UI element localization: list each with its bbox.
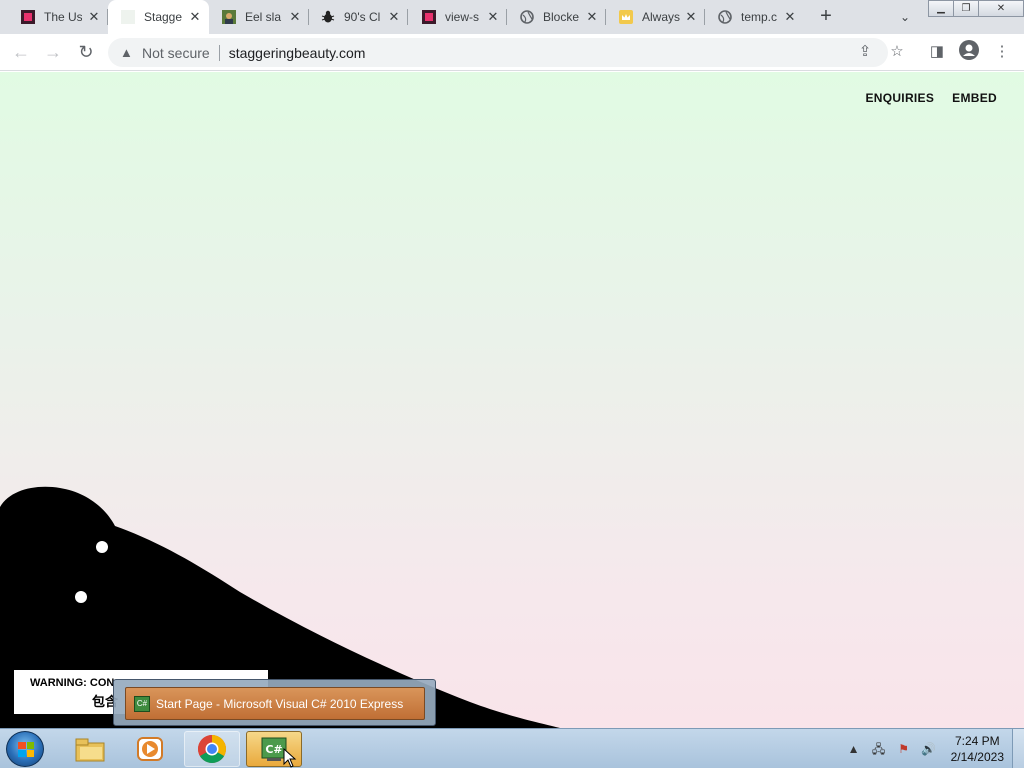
clock[interactable]: 7:24 PM 2/14/2023 bbox=[951, 733, 1004, 765]
close-tab-icon[interactable]: ✕ bbox=[782, 9, 798, 25]
tab-5[interactable]: Blocke ✕ bbox=[507, 0, 606, 34]
globe-icon bbox=[717, 9, 733, 25]
tab-6[interactable]: Always ✕ bbox=[606, 0, 705, 34]
tab-search-chevron-icon[interactable]: ⌄ bbox=[894, 6, 916, 28]
show-hidden-icons-chevron-icon[interactable]: ▲ bbox=[845, 740, 863, 758]
share-icon[interactable]: ⇪ bbox=[853, 40, 877, 64]
bookmark-star-icon[interactable]: ☆ bbox=[885, 40, 909, 64]
taskbar-window-preview: C# Start Page - Microsoft Visual C# 2010… bbox=[113, 679, 436, 726]
forward-arrow-icon[interactable]: → bbox=[41, 40, 65, 64]
window-controls: ▁ ❐ ✕ bbox=[928, 0, 1024, 17]
tab-4[interactable]: view-s ✕ bbox=[408, 0, 507, 34]
tab-title: temp.c bbox=[741, 10, 778, 24]
tab-3[interactable]: 90's Cl ✕ bbox=[309, 0, 408, 34]
start-button[interactable] bbox=[6, 731, 44, 767]
omnibox-divider bbox=[218, 44, 220, 61]
security-label[interactable]: Not secure bbox=[142, 45, 210, 61]
clock-date: 2/14/2023 bbox=[950, 750, 1004, 764]
url-text[interactable]: staggeringbeauty.com bbox=[229, 45, 366, 61]
close-tab-icon[interactable]: ✕ bbox=[683, 9, 699, 25]
new-tab-button[interactable]: + bbox=[814, 5, 838, 29]
action-center-flag-icon[interactable]: ⚑ bbox=[895, 740, 913, 758]
google-chrome-icon[interactable] bbox=[184, 731, 240, 767]
globe-icon bbox=[519, 9, 535, 25]
network-icon[interactable]: 🖧 bbox=[870, 740, 888, 758]
blank-page-icon bbox=[120, 9, 136, 25]
warning-text: WARNING: CON bbox=[30, 677, 115, 689]
windows-logo-icon bbox=[18, 742, 34, 757]
windows-taskbar: C# ▲ 🖧 ⚑ 🔊 7:24 PM 2/14/2023 bbox=[0, 728, 1024, 768]
address-bar[interactable]: ▲ Not secure staggeringbeauty.com bbox=[108, 38, 888, 67]
tab-title: The Us bbox=[44, 10, 82, 24]
reload-icon[interactable]: ↻ bbox=[74, 40, 98, 64]
close-tab-icon[interactable]: ✕ bbox=[187, 9, 203, 25]
tab-0[interactable]: The Us ✕ bbox=[0, 0, 108, 34]
tab-1[interactable]: Stagge ✕ bbox=[108, 0, 209, 34]
media-player-icon[interactable] bbox=[122, 731, 178, 767]
window-preview-title: Start Page - Microsoft Visual C# 2010 Ex… bbox=[156, 696, 404, 711]
black-creature-illustration[interactable] bbox=[0, 72, 1024, 728]
tab-title: Blocke bbox=[543, 10, 580, 24]
side-panel-icon[interactable]: ◨ bbox=[925, 40, 949, 64]
tab-7[interactable]: temp.c ✕ bbox=[705, 0, 804, 34]
back-arrow-icon[interactable]: ← bbox=[9, 40, 33, 64]
show-desktop-button[interactable] bbox=[1012, 729, 1024, 768]
web-page-content: ENQUIRIES EMBED WARNING: CON 包含 bbox=[0, 72, 1024, 728]
system-tray: ▲ 🖧 ⚑ 🔊 7:24 PM 2/14/2023 bbox=[845, 729, 1024, 768]
svg-text:C#: C# bbox=[265, 743, 282, 756]
creature-eye-lower bbox=[75, 591, 87, 603]
crown-icon bbox=[618, 9, 634, 25]
tab-title: view-s bbox=[445, 10, 480, 24]
close-tab-icon[interactable]: ✕ bbox=[287, 9, 303, 25]
clock-time: 7:24 PM bbox=[954, 734, 1000, 748]
windows-explorer-icon[interactable] bbox=[62, 731, 118, 767]
pink-square-icon bbox=[20, 9, 36, 25]
visual-csharp-icon: C# bbox=[134, 695, 150, 712]
window-preview-item[interactable]: C# Start Page - Microsoft Visual C# 2010… bbox=[125, 687, 425, 720]
tab-title: Eel sla bbox=[245, 10, 282, 24]
profile-avatar-icon[interactable] bbox=[957, 40, 981, 64]
tab-title: 90's Cl bbox=[344, 10, 381, 24]
close-tab-icon[interactable]: ✕ bbox=[485, 9, 501, 25]
tab-title: Always bbox=[642, 10, 680, 24]
close-tab-icon[interactable]: ✕ bbox=[584, 9, 600, 25]
mouse-cursor-icon bbox=[283, 748, 297, 768]
tab-strip: The Us ✕ Stagge ✕ Eel sla ✕ 90's Cl ✕ vi… bbox=[0, 0, 1024, 34]
kebab-menu-icon[interactable]: ⋮ bbox=[990, 40, 1014, 64]
close-tab-icon[interactable]: ✕ bbox=[386, 9, 402, 25]
close-window-button[interactable]: ✕ bbox=[978, 0, 1024, 17]
browser-toolbar: ← → ↻ ▲ Not secure staggeringbeauty.com … bbox=[0, 34, 1024, 71]
portrait-icon bbox=[221, 9, 237, 25]
warning-triangle-icon[interactable]: ▲ bbox=[120, 45, 136, 60]
close-tab-icon[interactable]: ✕ bbox=[86, 9, 102, 25]
creature-eye-upper bbox=[96, 541, 108, 553]
tab-title: Stagge bbox=[144, 10, 182, 24]
pink-square-icon bbox=[421, 9, 437, 25]
tab-2[interactable]: Eel sla ✕ bbox=[209, 0, 309, 34]
maximize-button[interactable]: ❐ bbox=[953, 0, 979, 17]
minimize-button[interactable]: ▁ bbox=[928, 0, 954, 17]
volume-icon[interactable]: 🔊 bbox=[920, 740, 938, 758]
bug-icon bbox=[320, 9, 336, 25]
